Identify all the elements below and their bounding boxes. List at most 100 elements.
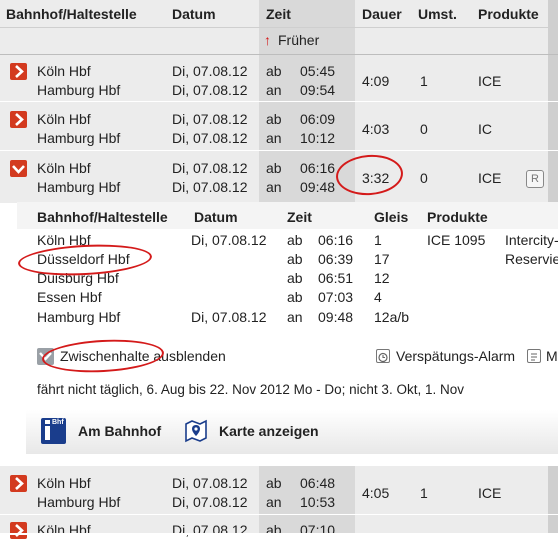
to-station: Hamburg Hbf xyxy=(37,130,121,146)
from-station: Köln Hbf xyxy=(37,475,91,491)
column-header-station: Bahnhof/Haltestelle xyxy=(6,6,137,22)
stop-station: Hamburg Hbf xyxy=(37,309,121,325)
arrival-date: Di, 07.08.12 xyxy=(172,130,248,146)
stop-label: ab xyxy=(287,232,303,248)
product: ICE xyxy=(478,170,502,186)
arr-label: an xyxy=(266,494,282,510)
to-station: Hamburg Hbf xyxy=(37,494,121,510)
stop-time: 06:39 xyxy=(318,251,354,267)
arr-label: an xyxy=(266,82,282,98)
dep-time: 07:10 xyxy=(300,522,336,538)
service-note: fährt nicht täglich, 6. Aug bis 22. Nov … xyxy=(37,382,464,397)
arr-time: 10:12 xyxy=(300,130,336,146)
stop-gleis: 12a/b xyxy=(374,309,410,325)
dep-label: ab xyxy=(266,111,282,127)
dep-time: 06:09 xyxy=(300,111,336,127)
arr-time: 09:54 xyxy=(300,82,336,98)
dep-label: ab xyxy=(266,63,282,79)
column-header-umst: Umst. xyxy=(418,6,457,22)
duration: 4:09 xyxy=(362,73,390,89)
expand-arrow-icon[interactable] xyxy=(10,111,27,128)
detail-header-produkte: Produkte xyxy=(427,209,488,225)
stop-time: 06:51 xyxy=(318,270,354,286)
from-station: Köln Hbf xyxy=(37,111,91,127)
from-station: Köln Hbf xyxy=(37,522,91,538)
dep-time: 05:45 xyxy=(300,63,336,79)
stop-gleis: 4 xyxy=(374,289,382,305)
product: IC xyxy=(478,121,492,137)
arrival-date: Di, 07.08.12 xyxy=(172,179,248,195)
station-icon-label: Bhf xyxy=(52,419,64,426)
column-header-produkte: Produkte xyxy=(478,6,539,22)
dep-label: ab xyxy=(266,160,282,176)
detail-header-station: Bahnhof/Haltestelle xyxy=(37,209,168,225)
column-header-dauer: Dauer xyxy=(362,6,402,22)
departure-date: Di, 07.08.12 xyxy=(172,522,248,538)
stop-label: an xyxy=(287,309,303,325)
departure-date: Di, 07.08.12 xyxy=(172,160,248,176)
stop-label: ab xyxy=(287,251,303,267)
arr-label: an xyxy=(266,130,282,146)
cut-off-link[interactable]: M xyxy=(546,348,558,364)
header-divider xyxy=(0,27,558,28)
detail-header-datum: Datum xyxy=(194,209,238,225)
up-arrow-icon[interactable]: ↑ xyxy=(264,32,271,48)
stop-label: ab xyxy=(287,270,303,286)
stop-label: ab xyxy=(287,289,303,305)
arr-time: 09:48 xyxy=(300,179,336,195)
train-info: Intercity- xyxy=(505,232,558,248)
map-icon[interactable] xyxy=(183,418,209,444)
column-header-datum: Datum xyxy=(172,6,216,22)
dep-label: ab xyxy=(266,522,282,538)
train-link[interactable]: ICE 1095 xyxy=(427,232,485,248)
changes: 0 xyxy=(420,121,428,137)
reservation-icon[interactable]: R xyxy=(526,170,544,188)
dep-time: 06:48 xyxy=(300,475,336,491)
document-icon[interactable] xyxy=(527,349,541,363)
station-link[interactable]: Am Bahnhof xyxy=(78,423,161,439)
to-station: Hamburg Hbf xyxy=(37,179,121,195)
scroll-edge xyxy=(548,0,558,54)
stop-date: Di, 07.08.12 xyxy=(191,309,267,325)
expand-arrow-icon[interactable] xyxy=(10,522,27,539)
stop-date: Di, 07.08.12 xyxy=(191,232,267,248)
stop-gleis: 12 xyxy=(374,270,390,286)
train-info: Reservie xyxy=(505,251,558,267)
arrival-date: Di, 07.08.12 xyxy=(172,82,248,98)
stop-gleis: 17 xyxy=(374,251,390,267)
stop-time: 07:03 xyxy=(318,289,354,305)
expand-arrow-icon[interactable] xyxy=(10,475,27,492)
changes: 0 xyxy=(420,170,428,186)
collapse-arrow-icon[interactable] xyxy=(10,160,27,177)
departure-date: Di, 07.08.12 xyxy=(172,111,248,127)
map-link[interactable]: Karte anzeigen xyxy=(219,423,319,439)
duration: 4:03 xyxy=(362,121,390,137)
detail-header-zeit: Zeit xyxy=(287,209,312,225)
column-header-zeit: Zeit xyxy=(266,6,291,22)
product: ICE xyxy=(478,485,502,501)
changes: 1 xyxy=(420,485,428,501)
dep-label: ab xyxy=(266,475,282,491)
from-station: Köln Hbf xyxy=(37,160,91,176)
product: ICE xyxy=(478,73,502,89)
changes: 1 xyxy=(420,73,428,89)
station-info-icon[interactable]: Bhf xyxy=(41,418,66,444)
stop-station: Essen Hbf xyxy=(37,289,102,305)
stop-gleis: 1 xyxy=(374,232,382,248)
detail-header-gleis: Gleis xyxy=(374,209,409,225)
arr-time: 10:53 xyxy=(300,494,336,510)
to-station: Hamburg Hbf xyxy=(37,82,121,98)
stop-time: 09:48 xyxy=(318,309,354,325)
duration: 4:05 xyxy=(362,485,390,501)
alarm-clock-icon[interactable] xyxy=(376,349,390,363)
from-station: Köln Hbf xyxy=(37,63,91,79)
expand-arrow-icon[interactable] xyxy=(10,63,27,80)
stop-time: 06:16 xyxy=(318,232,354,248)
departure-date: Di, 07.08.12 xyxy=(172,475,248,491)
earlier-link[interactable]: Früher xyxy=(278,32,319,48)
arr-label: an xyxy=(266,179,282,195)
delay-alarm-link[interactable]: Verspätungs-Alarm xyxy=(396,348,515,364)
departure-date: Di, 07.08.12 xyxy=(172,63,248,79)
arrival-date: Di, 07.08.12 xyxy=(172,494,248,510)
dep-time: 06:16 xyxy=(300,160,336,176)
